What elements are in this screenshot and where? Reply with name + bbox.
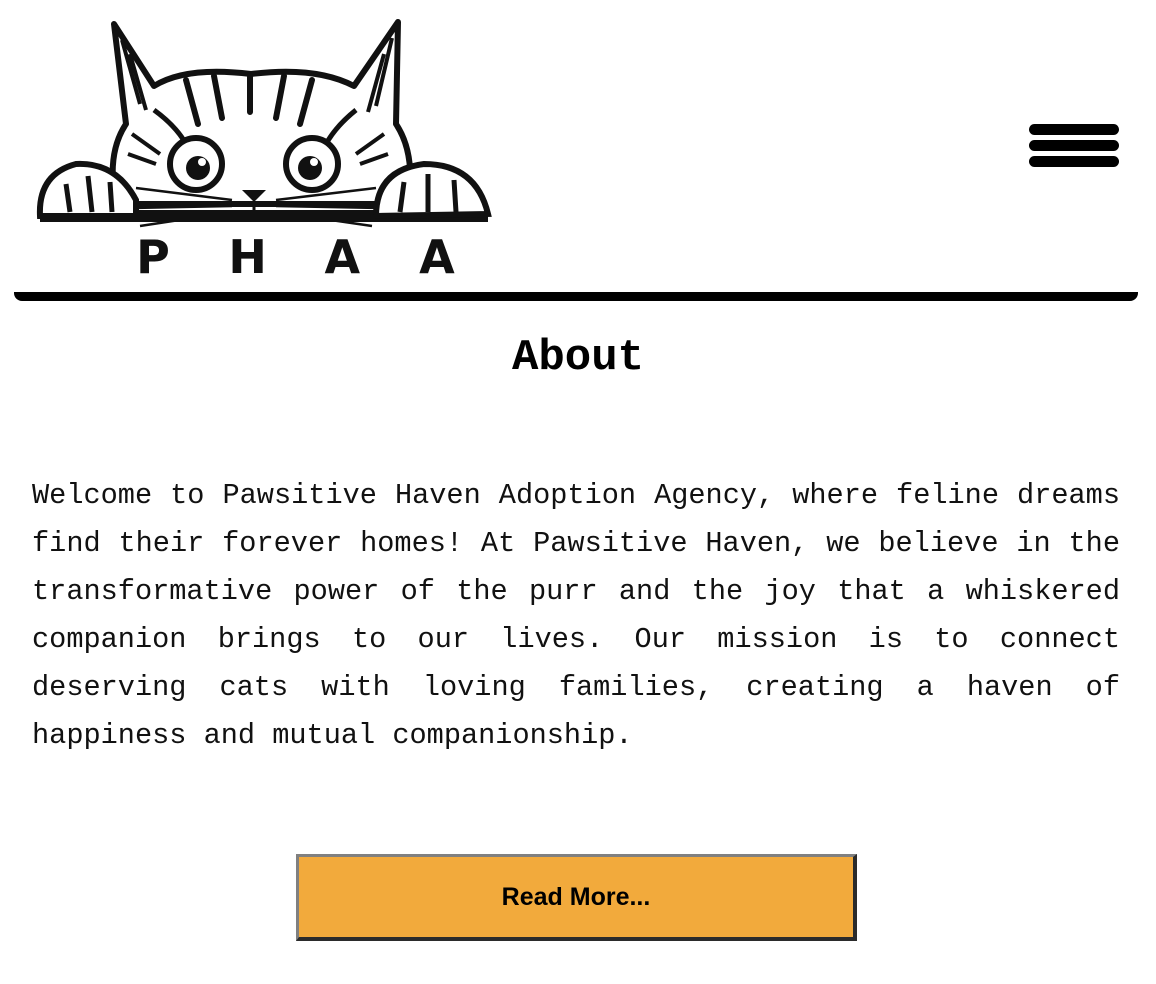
site-header: P H A A <box>0 0 1156 300</box>
logo-letter: P <box>136 230 170 284</box>
menu-bar <box>1029 140 1119 151</box>
logo-letters: P H A A <box>110 232 480 282</box>
read-more-button[interactable]: Read More... <box>296 854 857 941</box>
site-logo[interactable]: P H A A <box>36 14 492 282</box>
header-divider <box>14 292 1138 301</box>
logo-letter: A <box>324 230 361 284</box>
hamburger-menu-icon[interactable] <box>1026 120 1122 170</box>
logo-letter: H <box>228 230 267 284</box>
menu-bar <box>1029 156 1119 167</box>
page-title: About <box>511 333 645 383</box>
logo-letter: A <box>419 230 455 284</box>
menu-bar <box>1029 124 1119 135</box>
about-paragraph: Welcome to Pawsitive Haven Adoption Agen… <box>32 479 1120 752</box>
